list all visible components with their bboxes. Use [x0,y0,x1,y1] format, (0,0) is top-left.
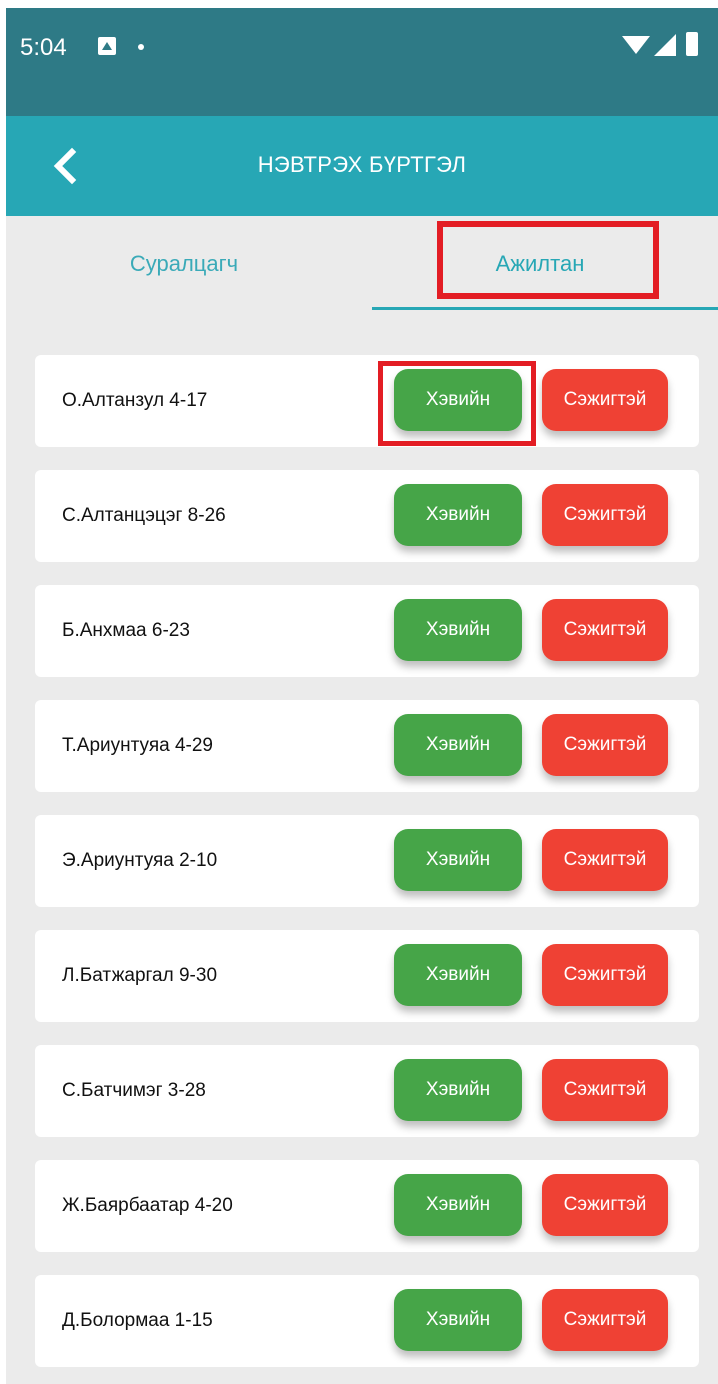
staff-list: О.Алтанзул 4-17 Хэвийн Сэжигтэй С.Алтанц… [35,355,699,1384]
normal-button[interactable]: Хэвийн [394,829,522,891]
suspicious-button[interactable]: Сэжигтэй [542,714,668,776]
app-bar: НЭВТРЭХ БҮРТГЭЛ [6,116,718,216]
phone-screen: 5:04 НЭВТРЭХ БҮРТГЭЛ Суралцагч Ажилтан О… [6,8,718,1384]
person-name: Т.Ариунтуяа 4-29 [62,735,213,756]
normal-button[interactable]: Хэвийн [394,714,522,776]
normal-button[interactable]: Хэвийн [394,369,522,431]
list-item: Л.Батжаргал 9-30 Хэвийн Сэжигтэй [35,930,699,1022]
status-time: 5:04 [20,34,67,61]
list-item: Т.Ариунтуяа 4-29 Хэвийн Сэжигтэй [35,700,699,792]
tab-indicator [372,307,718,310]
list-item: О.Алтанзул 4-17 Хэвийн Сэжигтэй [35,355,699,447]
status-indicators [608,32,718,62]
page-title: НЭВТРЭХ БҮРТГЭЛ [257,152,467,177]
person-name: С.Батчимэг 3-28 [62,1080,206,1101]
notification-icon [98,37,116,55]
person-name: Д.Болормаа 1-15 [62,1310,213,1331]
list-item: Б.Анхмаа 6-23 Хэвийн Сэжигтэй [35,585,699,677]
normal-button[interactable]: Хэвийн [394,599,522,661]
suspicious-button[interactable]: Сэжигтэй [542,369,668,431]
person-name: С.Алтанцэцэг 8-26 [62,505,226,526]
wifi-icon [622,36,650,54]
person-name: Ж.Баярбаатар 4-20 [62,1195,233,1216]
person-name: Б.Анхмаа 6-23 [62,620,190,641]
tab-students[interactable]: Суралцагч [6,216,362,312]
status-bar: 5:04 [6,8,718,116]
list-item: Д.Болормаа 1-15 Хэвийн Сэжигтэй [35,1275,699,1367]
normal-button[interactable]: Хэвийн [394,484,522,546]
dot-icon [138,44,144,50]
person-name: Э.Ариунтуяа 2-10 [62,850,218,871]
list-item: Э.Ариунтуяа 2-10 Хэвийн Сэжигтэй [35,815,699,907]
battery-icon [686,32,698,56]
list-item: С.Алтанцэцэг 8-26 Хэвийн Сэжигтэй [35,470,699,562]
tab-staff[interactable]: Ажилтан [362,216,718,312]
person-name: О.Алтанзул 4-17 [62,390,208,411]
suspicious-button[interactable]: Сэжигтэй [542,829,668,891]
suspicious-button[interactable]: Сэжигтэй [542,1174,668,1236]
suspicious-button[interactable]: Сэжигтэй [542,944,668,1006]
person-name: Л.Батжаргал 9-30 [62,965,218,986]
suspicious-button[interactable]: Сэжигтэй [542,484,668,546]
tab-bar: Суралцагч Ажилтан [6,216,718,312]
suspicious-button[interactable]: Сэжигтэй [542,1059,668,1121]
normal-button[interactable]: Хэвийн [394,1289,522,1351]
list-item: Ж.Баярбаатар 4-20 Хэвийн Сэжигтэй [35,1160,699,1252]
suspicious-button[interactable]: Сэжигтэй [542,1289,668,1351]
normal-button[interactable]: Хэвийн [394,1059,522,1121]
normal-button[interactable]: Хэвийн [394,944,522,1006]
signal-icon [654,34,676,56]
normal-button[interactable]: Хэвийн [394,1174,522,1236]
suspicious-button[interactable]: Сэжигтэй [542,599,668,661]
list-item: С.Батчимэг 3-28 Хэвийн Сэжигтэй [35,1045,699,1137]
